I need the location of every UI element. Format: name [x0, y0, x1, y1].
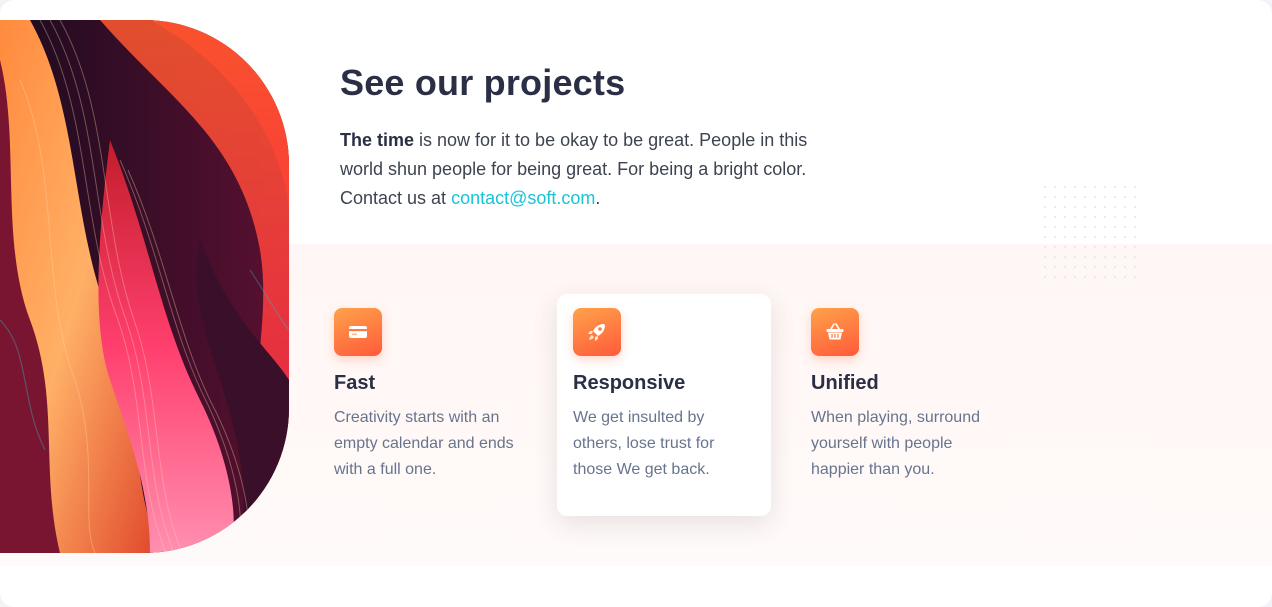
feature-card-responsive: Responsive We get insulted by others, lo… [557, 294, 771, 516]
lead-period: . [595, 188, 601, 208]
feature-description: Creativity starts with an empty calendar… [334, 409, 514, 478]
feature-description: We get insulted by others, lose trust fo… [573, 409, 715, 478]
feature-card-unified: Unified When playing, surround yourself … [795, 294, 1009, 516]
credit-card-icon [334, 308, 382, 356]
feature-title: Responsive [573, 372, 686, 394]
lead-emphasis: The time [340, 130, 415, 150]
section-title: See our projects [340, 62, 626, 103]
contact-email-link[interactable]: contact@soft.com [451, 188, 595, 208]
projects-section: See our projects The time is now for it … [0, 0, 1272, 607]
section-lead-paragraph: The time is now for it to be okay to be … [340, 126, 840, 213]
abstract-wave-image [0, 20, 289, 553]
dot-pattern-decoration [1040, 182, 1140, 282]
feature-title: Fast [334, 372, 376, 394]
feature-card-fast: Fast Creativity starts with an empty cal… [318, 294, 532, 516]
feature-description: When playing, surround yourself with peo… [811, 409, 980, 478]
basket-icon [811, 308, 859, 356]
feature-title: Unified [811, 372, 879, 394]
rocket-icon [573, 308, 621, 356]
